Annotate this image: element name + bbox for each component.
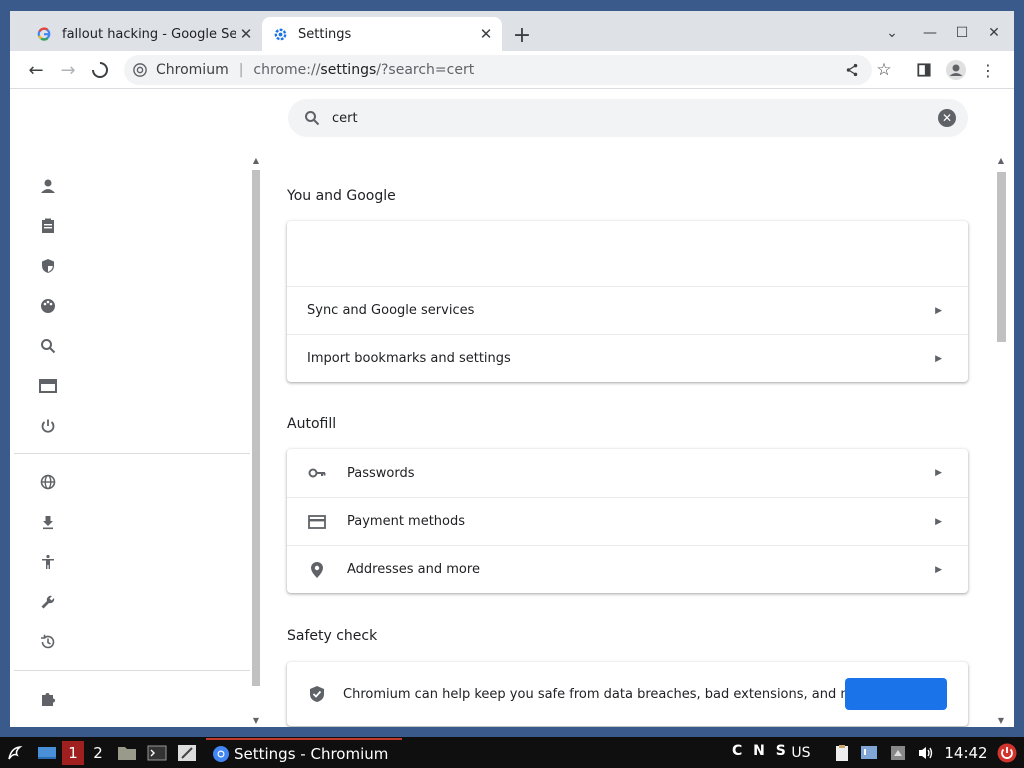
globe-icon[interactable] bbox=[38, 472, 58, 492]
credit-card-icon bbox=[307, 512, 327, 532]
autofill-card: Passwords ▶ Payment methods ▶ Addresses … bbox=[287, 449, 968, 593]
accessibility-icon[interactable] bbox=[38, 552, 58, 572]
tab-search-chevron-icon[interactable]: ⌄ bbox=[880, 21, 904, 45]
keyboard-layout[interactable]: US bbox=[788, 741, 814, 765]
chromium-icon bbox=[132, 62, 148, 78]
search-input[interactable]: cert bbox=[332, 111, 938, 126]
side-panel-icon[interactable] bbox=[912, 58, 936, 82]
workspace-1[interactable]: 1 bbox=[62, 741, 84, 765]
row-payment-methods[interactable]: Payment methods ▶ bbox=[287, 497, 968, 545]
bookmark-star-icon[interactable]: ☆ bbox=[872, 58, 896, 82]
check-now-button[interactable] bbox=[845, 678, 947, 710]
search-icon bbox=[302, 108, 322, 128]
taskbar-window-chromium[interactable]: Settings - Chromium bbox=[206, 738, 402, 768]
maximize-icon[interactable]: ☐ bbox=[950, 21, 974, 45]
tab-settings[interactable]: Settings ✕ bbox=[262, 17, 502, 51]
url-text: chrome://settings/?search=cert bbox=[253, 62, 475, 78]
site-name: Chromium bbox=[156, 62, 229, 78]
back-arrow-icon[interactable]: ← bbox=[24, 58, 48, 82]
sidebar-divider bbox=[14, 453, 250, 454]
clear-search-icon[interactable]: ✕ bbox=[938, 109, 956, 127]
arrow-right-icon: ▶ bbox=[935, 564, 942, 575]
download-icon[interactable] bbox=[38, 512, 58, 532]
person-icon[interactable] bbox=[38, 176, 58, 196]
tab-title: fallout hacking - Google Se bbox=[62, 26, 236, 42]
sidebar-divider bbox=[14, 670, 250, 671]
clipboard-tray-icon[interactable] bbox=[832, 741, 852, 765]
scroll-down-icon[interactable]: ▼ bbox=[252, 716, 260, 725]
close-window-icon[interactable]: ✕ bbox=[982, 21, 1006, 45]
forward-arrow-icon[interactable]: → bbox=[56, 58, 80, 82]
scroll-up-icon[interactable]: ▲ bbox=[252, 156, 260, 165]
file-manager-icon[interactable] bbox=[116, 741, 138, 765]
start-menu-icon[interactable] bbox=[4, 741, 26, 765]
taskbar-window-title: Settings - Chromium bbox=[234, 745, 389, 763]
settings-page: cert ✕ ▲ ▼ You and Google Sync and Googl… bbox=[10, 90, 1014, 727]
search-icon[interactable] bbox=[38, 336, 58, 356]
arrow-right-icon: ▶ bbox=[935, 516, 942, 527]
loading-spinner-icon[interactable] bbox=[88, 58, 112, 82]
safety-check-card: Chromium can help keep you safe from dat… bbox=[287, 662, 968, 726]
main-scrollbar[interactable]: ▲ ▼ bbox=[994, 156, 1008, 726]
address-bar[interactable]: Chromium | chrome://settings/?search=cer… bbox=[124, 55, 872, 85]
show-desktop-icon[interactable] bbox=[36, 741, 58, 765]
google-g-icon bbox=[36, 26, 52, 42]
shield-check-icon bbox=[307, 684, 327, 704]
settings-sidebar bbox=[14, 150, 250, 727]
power-icon[interactable] bbox=[38, 416, 58, 436]
notification-tray-icon[interactable] bbox=[858, 741, 880, 765]
row-import-bookmarks[interactable]: Import bookmarks and settings ▶ bbox=[287, 334, 968, 382]
tab-google-search[interactable]: fallout hacking - Google Se ✕ bbox=[26, 17, 262, 51]
chromium-icon bbox=[212, 745, 230, 763]
key-icon bbox=[307, 463, 327, 483]
section-title-autofill: Autofill bbox=[287, 416, 337, 432]
scroll-down-icon[interactable]: ▼ bbox=[997, 716, 1005, 725]
browser-toolbar: ← → Chromium | chrome://settings/?search… bbox=[10, 51, 1014, 89]
section-title-you-and-google: You and Google bbox=[287, 188, 396, 204]
row-sync-google-services[interactable]: Sync and Google services ▶ bbox=[287, 286, 968, 334]
palette-icon[interactable] bbox=[38, 296, 58, 316]
taskbar: 1 2 Settings - Chromium C N S US 14:42 bbox=[0, 737, 1024, 768]
settings-search-field[interactable]: cert ✕ bbox=[288, 99, 968, 137]
close-tab-icon[interactable]: ✕ bbox=[476, 24, 496, 44]
scrollbar-thumb[interactable] bbox=[997, 172, 1006, 342]
arrow-right-icon: ▶ bbox=[935, 468, 942, 478]
tab-strip: fallout hacking - Google Se ✕ Settings ✕… bbox=[10, 11, 1014, 51]
browser-icon[interactable] bbox=[38, 376, 58, 396]
history-icon[interactable] bbox=[38, 632, 58, 652]
new-tab-icon[interactable]: + bbox=[510, 23, 534, 48]
close-tab-icon[interactable]: ✕ bbox=[236, 24, 256, 44]
wrench-icon[interactable] bbox=[38, 592, 58, 612]
volume-icon[interactable] bbox=[916, 741, 936, 765]
row-addresses[interactable]: Addresses and more ▶ bbox=[287, 545, 968, 593]
separator: | bbox=[238, 62, 244, 78]
menu-kebab-icon[interactable]: ⋮ bbox=[976, 58, 1000, 82]
clipboard-icon[interactable] bbox=[38, 216, 58, 236]
lock-indicators: C N S bbox=[732, 743, 789, 759]
section-title-safety-check: Safety check bbox=[287, 628, 378, 644]
you-and-google-card: Sync and Google services ▶ Import bookma… bbox=[287, 221, 968, 382]
location-pin-icon bbox=[307, 560, 327, 580]
arrow-right-icon: ▶ bbox=[935, 305, 942, 316]
row-passwords[interactable]: Passwords ▶ bbox=[287, 449, 968, 497]
shield-icon[interactable] bbox=[38, 256, 58, 276]
extension-icon[interactable] bbox=[38, 689, 58, 709]
network-tray-icon[interactable] bbox=[888, 741, 908, 765]
tab-title: Settings bbox=[298, 26, 352, 42]
settings-main: You and Google Sync and Google services … bbox=[287, 150, 969, 727]
clock: 14:42 bbox=[944, 744, 988, 762]
text-editor-icon[interactable] bbox=[176, 741, 198, 765]
scroll-up-icon[interactable]: ▲ bbox=[997, 156, 1005, 165]
arrow-right-icon: ▶ bbox=[935, 353, 942, 364]
profile-avatar-icon[interactable] bbox=[944, 58, 968, 82]
workspace-2[interactable]: 2 bbox=[88, 741, 108, 765]
share-icon[interactable] bbox=[840, 58, 864, 82]
minimize-icon[interactable]: — bbox=[918, 21, 942, 45]
sidebar-scrollbar[interactable]: ▲ ▼ bbox=[250, 156, 262, 726]
terminal-icon[interactable] bbox=[146, 741, 168, 765]
browser-window: fallout hacking - Google Se ✕ Settings ✕… bbox=[10, 11, 1014, 727]
settings-gear-icon bbox=[272, 26, 288, 42]
power-icon[interactable] bbox=[996, 741, 1018, 765]
scrollbar-thumb[interactable] bbox=[252, 170, 260, 686]
